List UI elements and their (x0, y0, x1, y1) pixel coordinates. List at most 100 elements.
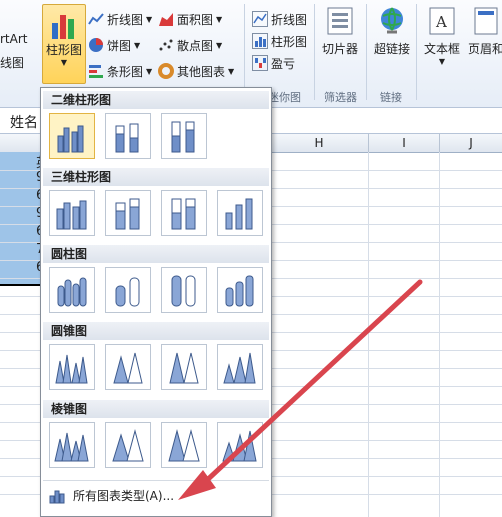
stacked-pyramid-icon (112, 429, 144, 462)
sparkline-line-label: 折线图 (271, 12, 308, 27)
slicer-icon (327, 7, 353, 35)
column-chart-icon (52, 15, 74, 39)
header-footer-button[interactable]: 页眉和 (466, 6, 502, 57)
sparkline-column-icon (252, 33, 268, 49)
chevron-down-icon: ▼ (146, 14, 153, 24)
globe-link-icon (381, 7, 403, 34)
name-cell-text: 姓名 (10, 115, 38, 131)
bar-chart-button[interactable]: 条形图 ▼ (88, 60, 152, 82)
line-chart-label: 折线图 (107, 12, 144, 27)
sparkline-line-icon (252, 11, 268, 27)
stacked-cone-icon (113, 352, 143, 384)
chart-type-stacked-column[interactable] (105, 113, 151, 159)
chart-type-3d-cylinder[interactable] (217, 267, 263, 313)
all-charts-icon (49, 490, 65, 503)
chevron-down-icon: ▼ (60, 58, 68, 67)
textbox-button[interactable]: A 文本框 ▼ (420, 6, 464, 66)
bar-chart-icon (89, 65, 103, 78)
slicer-button[interactable]: 切片器 (318, 6, 362, 57)
all-chart-types-button[interactable]: 所有图表类型(A)... (43, 480, 269, 510)
chart-type-3d-cone[interactable] (217, 344, 263, 390)
3d-stacked-column-icon (115, 198, 140, 230)
3d-percent-stacked-column-icon (171, 198, 196, 230)
sparkline-column-label: 柱形图 (271, 34, 308, 49)
slicer-label: 切片器 (321, 42, 358, 56)
pie-chart-button[interactable]: 饼图 ▼ (88, 34, 140, 56)
pie-chart-label: 饼图 (107, 38, 132, 53)
column-chart-button[interactable]: 柱形图 ▼ (42, 4, 86, 84)
chart-type-stacked-cylinder[interactable] (105, 267, 151, 313)
percent-stacked-pyramid-icon (168, 429, 200, 462)
column-header-h[interactable]: H (270, 134, 369, 153)
textbox-label: 文本框 (423, 42, 460, 56)
pie-chart-icon (89, 38, 103, 52)
svg-text:A: A (435, 13, 447, 31)
other-charts-button[interactable]: 其他图表 ▼ (158, 60, 234, 82)
chart-type-100-stacked-cone[interactable] (161, 344, 207, 390)
chart-type-stacked-cone[interactable] (105, 344, 151, 390)
other-charts-icon (158, 63, 174, 79)
percent-stacked-cylinder-icon (171, 275, 196, 307)
3d-column-icon (225, 198, 253, 230)
chevron-down-icon: ▼ (216, 14, 223, 24)
area-chart-button[interactable]: 面积图 ▼ (158, 8, 222, 30)
group-separator (314, 4, 315, 100)
hyperlink-button[interactable]: 超链接 (370, 6, 414, 57)
cone-chart-icon (55, 354, 88, 384)
section-pyramid: 棱锥图 (43, 400, 269, 418)
section-3d-column: 三维柱形图 (43, 168, 269, 186)
chart-type-3d-stacked-column[interactable] (105, 190, 151, 236)
chart-type-3d-pyramid[interactable] (217, 422, 263, 468)
sparkline-line-button[interactable]: 折线图 (252, 8, 307, 30)
group-separator (416, 4, 417, 100)
scatter-chart-icon (159, 39, 173, 51)
all-chart-types-label: 所有图表类型(A)... (73, 489, 175, 503)
screenshot-label-cut[interactable]: 线图 (0, 54, 24, 71)
chart-type-3d-column[interactable] (217, 190, 263, 236)
chart-type-100-stacked-column[interactable] (161, 113, 207, 159)
chart-type-3d-clustered-column[interactable] (49, 190, 95, 236)
chevron-down-icon: ▼ (146, 66, 153, 76)
range-border (0, 284, 44, 286)
section-cylinder: 圆柱图 (43, 245, 269, 263)
section-cone: 圆锥图 (43, 322, 269, 340)
area-chart-icon (159, 13, 173, 26)
column-header-cut[interactable] (0, 134, 45, 153)
3d-cylinder-icon (225, 275, 254, 307)
hyperlink-label: 超链接 (373, 42, 410, 56)
cylinder-chart-icon (57, 277, 87, 307)
chart-type-stacked-pyramid[interactable] (105, 422, 151, 468)
sparklines-group-label: 迷你图 (268, 91, 301, 104)
group-separator (366, 4, 367, 100)
chart-type-100-stacked-pyramid[interactable] (161, 422, 207, 468)
links-group-label: 链接 (380, 91, 402, 104)
filter-group-label: 筛选器 (324, 91, 357, 104)
chart-type-clustered-column[interactable] (49, 113, 95, 159)
chart-type-3d-100-stacked-column[interactable] (161, 190, 207, 236)
chevron-down-icon: ▼ (228, 66, 235, 76)
header-footer-label: 页眉和 (467, 42, 502, 56)
sparkline-column-button[interactable]: 柱形图 (252, 30, 307, 52)
section-2d-column: 二维柱形图 (43, 91, 269, 109)
stacked-cylinder-icon (115, 277, 140, 307)
column-header-i[interactable]: I (369, 134, 440, 153)
percent-stacked-cone-icon (169, 352, 199, 384)
textbox-icon: A (429, 7, 455, 35)
clustered-column-icon (57, 125, 84, 153)
header-footer-icon (474, 7, 498, 35)
chart-type-clustered-pyramid[interactable] (49, 422, 95, 468)
scatter-chart-button[interactable]: 散点图 ▼ (158, 34, 222, 56)
sparkline-winloss-button[interactable]: 盈亏 (252, 52, 295, 74)
line-chart-icon (88, 13, 104, 25)
3d-cone-icon (223, 352, 256, 384)
percent-stacked-column-icon (171, 121, 195, 153)
smartart-label-cut[interactable]: rtArt (0, 32, 28, 46)
column-chart-label: 柱形图 (45, 43, 82, 57)
chart-type-100-stacked-cylinder[interactable] (161, 267, 207, 313)
line-chart-button[interactable]: 折线图 ▼ (88, 8, 152, 30)
stacked-column-icon (115, 123, 139, 153)
column-header-j[interactable]: J (440, 134, 502, 153)
column-chart-gallery: 二维柱形图 三维柱形图 圆柱图 圆锥图 棱锥图 所有图表类型(A)... (40, 87, 272, 517)
chart-type-clustered-cone[interactable] (49, 344, 95, 390)
chart-type-clustered-cylinder[interactable] (49, 267, 95, 313)
